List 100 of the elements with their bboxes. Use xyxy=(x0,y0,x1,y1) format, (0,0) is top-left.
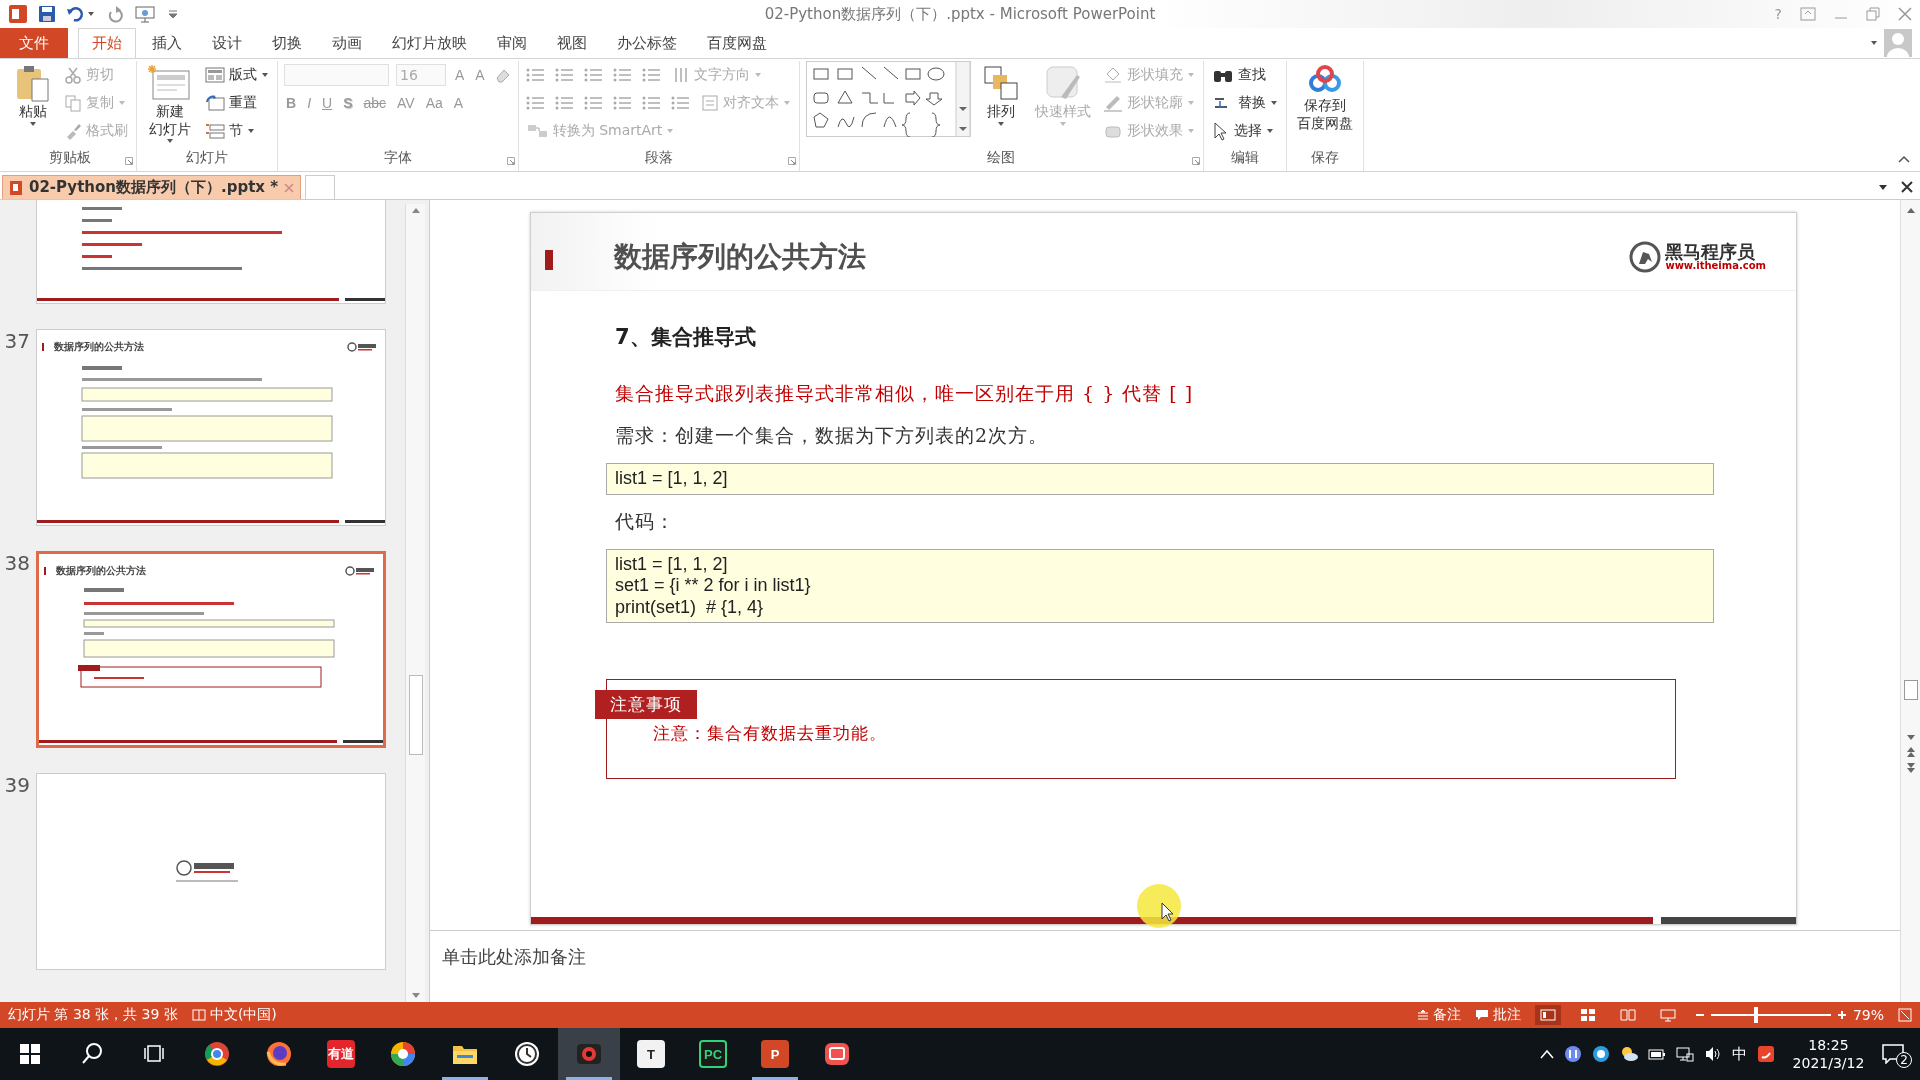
scrollbar-thumb[interactable] xyxy=(1903,680,1918,700)
next-slide-icon[interactable] xyxy=(1905,762,1916,774)
input-app-icon[interactable] xyxy=(1756,1045,1775,1063)
ribbon-tab[interactable]: 办公标签 xyxy=(603,28,691,58)
slide-thumbnail[interactable]: 数据序列的公共方法 xyxy=(36,329,386,526)
ribbon-tab[interactable]: 审阅 xyxy=(483,28,541,58)
ribbon-button[interactable]: 节 xyxy=(203,119,271,143)
redo-icon[interactable] xyxy=(106,5,124,23)
slide-number: 39 xyxy=(4,773,30,799)
dialog-launcher-icon[interactable] xyxy=(1191,157,1200,165)
dialog-launcher-icon[interactable] xyxy=(125,157,133,165)
tray-expand-icon[interactable] xyxy=(1539,1049,1554,1059)
notification-icon[interactable] xyxy=(1882,1044,1905,1064)
smartart-icon xyxy=(526,122,549,140)
logo-icon xyxy=(347,342,377,352)
ribbon-button[interactable]: 重置 xyxy=(203,91,271,115)
scroll-up-icon[interactable] xyxy=(1905,206,1916,214)
caret-icon xyxy=(666,128,675,134)
ribbon-tab[interactable]: 视图 xyxy=(543,28,601,58)
caret-icon xyxy=(1186,72,1195,78)
slide-thumbnail[interactable]: 数据序列的公共方法 xyxy=(36,551,386,748)
taskbar-button[interactable]: PC xyxy=(682,1028,744,1080)
dialog-launcher-icon[interactable] xyxy=(787,157,796,165)
previous-slide-icon[interactable] xyxy=(1905,746,1916,758)
code-line: list1 = [1, 1, 2] xyxy=(615,468,729,490)
notes-button[interactable]: 备注 xyxy=(1416,1006,1461,1024)
save-icon[interactable] xyxy=(38,5,56,23)
taskbar-button[interactable] xyxy=(558,1028,620,1080)
ribbon-button[interactable]: 粘贴 xyxy=(10,61,56,129)
input-method-indicator[interactable]: 中 xyxy=(1731,1044,1747,1064)
ribbon-button[interactable]: 版式 xyxy=(203,63,271,87)
note-text: 注意：集合有数据去重功能。 xyxy=(653,722,888,746)
caret-icon xyxy=(1265,128,1274,134)
ribbon-tab[interactable]: 动画 xyxy=(318,28,376,58)
file-icon xyxy=(9,179,23,196)
scroll-down-icon[interactable] xyxy=(410,991,421,1000)
notes-icon xyxy=(1416,1009,1429,1021)
caret-icon xyxy=(29,120,37,127)
caret-icon xyxy=(753,72,762,78)
app-icon: 有道 xyxy=(327,1040,355,1068)
thumbnail-title: 数据序列的公共方法 xyxy=(56,564,146,578)
clock-date[interactable]: 2021/3/12 xyxy=(1792,1054,1865,1073)
shape-gallery-drawing[interactable] xyxy=(805,61,971,137)
group-label: 幻灯片 xyxy=(186,149,228,167)
language-indicator[interactable]: 中文(中国) xyxy=(191,1006,277,1024)
slideshow-icon[interactable] xyxy=(134,5,158,23)
undo-icon[interactable] xyxy=(66,5,96,23)
document-tab[interactable]: 02-Python数据序列（下）.pptx * xyxy=(2,175,302,199)
file-tab[interactable]: 文件 xyxy=(0,28,68,58)
app-icon[interactable] xyxy=(8,4,28,24)
dialog-launcher-icon[interactable] xyxy=(506,157,515,165)
ribbon-tab[interactable]: 幻灯片放映 xyxy=(378,28,481,58)
scroll-down-icon[interactable] xyxy=(1905,734,1916,742)
scrollbar-thumb[interactable] xyxy=(408,675,423,756)
ribbon-tab[interactable]: 设计 xyxy=(198,28,256,58)
zoom-in-icon[interactable] xyxy=(1836,1010,1847,1020)
caret-icon[interactable] xyxy=(1870,40,1878,46)
taskbar-button[interactable]: P xyxy=(744,1028,806,1080)
group-label: 字体 xyxy=(383,149,412,167)
pause-badge-icon[interactable] xyxy=(1563,1045,1582,1063)
weather-icon[interactable] xyxy=(1619,1045,1638,1063)
ribbon-display-icon[interactable] xyxy=(1800,7,1816,21)
app-icon: PC xyxy=(699,1040,727,1068)
taskbar-button[interactable]: 有道 xyxy=(310,1028,372,1080)
code-line: print(set1) # {1, 4} xyxy=(615,596,765,619)
slider-thumb[interactable] xyxy=(1754,1007,1759,1023)
caret-icon xyxy=(261,72,269,78)
ribbon-button[interactable]: 查找 xyxy=(1209,63,1280,87)
close-icon[interactable] xyxy=(1900,180,1914,194)
clock-time[interactable]: 18:25 xyxy=(1808,1035,1849,1054)
ribbon-tab[interactable]: 插入 xyxy=(138,28,196,58)
group-label: 绘图 xyxy=(987,149,1016,167)
comments-button[interactable]: 批注 xyxy=(1474,1006,1521,1024)
slide-thumbnail[interactable] xyxy=(36,200,386,304)
scroll-up-icon[interactable] xyxy=(410,206,421,214)
ribbon-tab[interactable]: 开始 xyxy=(78,28,136,58)
ribbon-tab[interactable]: 切换 xyxy=(258,28,316,58)
slide-thumbnail[interactable] xyxy=(36,773,386,970)
window-title: 02-Python数据序列（下）.pptx - Microsoft PowerPoint xyxy=(764,4,1156,23)
section-heading: 7、集合推导式 xyxy=(615,324,757,351)
ribbon-button[interactable]: 排列 xyxy=(976,61,1025,129)
taskbar-button[interactable]: T xyxy=(620,1028,682,1080)
customize-icon[interactable] xyxy=(168,9,178,19)
caret-icon xyxy=(247,128,255,134)
zoom-level[interactable]: 79% xyxy=(1852,1007,1884,1023)
help-button[interactable]: ? xyxy=(1774,6,1782,22)
collapse-ribbon-icon[interactable] xyxy=(1898,155,1910,163)
ribbon-button[interactable]: 替换 xyxy=(1209,91,1280,115)
target-icon[interactable] xyxy=(1591,1045,1610,1063)
normal-view-icon xyxy=(1539,1008,1556,1022)
slideshow-icon xyxy=(1659,1008,1676,1022)
ribbon-tab[interactable]: 百度网盘 xyxy=(693,28,781,58)
ribbon-button[interactable]: 新建 幻灯片 xyxy=(143,61,197,146)
network-icon[interactable] xyxy=(1675,1045,1694,1063)
volume-icon[interactable] xyxy=(1703,1045,1722,1063)
fit-window-icon[interactable] xyxy=(1898,1008,1912,1022)
ribbon-button[interactable]: 选择 xyxy=(1209,119,1280,143)
view-button[interactable] xyxy=(1534,1005,1561,1025)
ribbon-button[interactable]: 保存到 百度网盘 xyxy=(1292,61,1357,134)
video-app-icon xyxy=(823,1040,851,1068)
